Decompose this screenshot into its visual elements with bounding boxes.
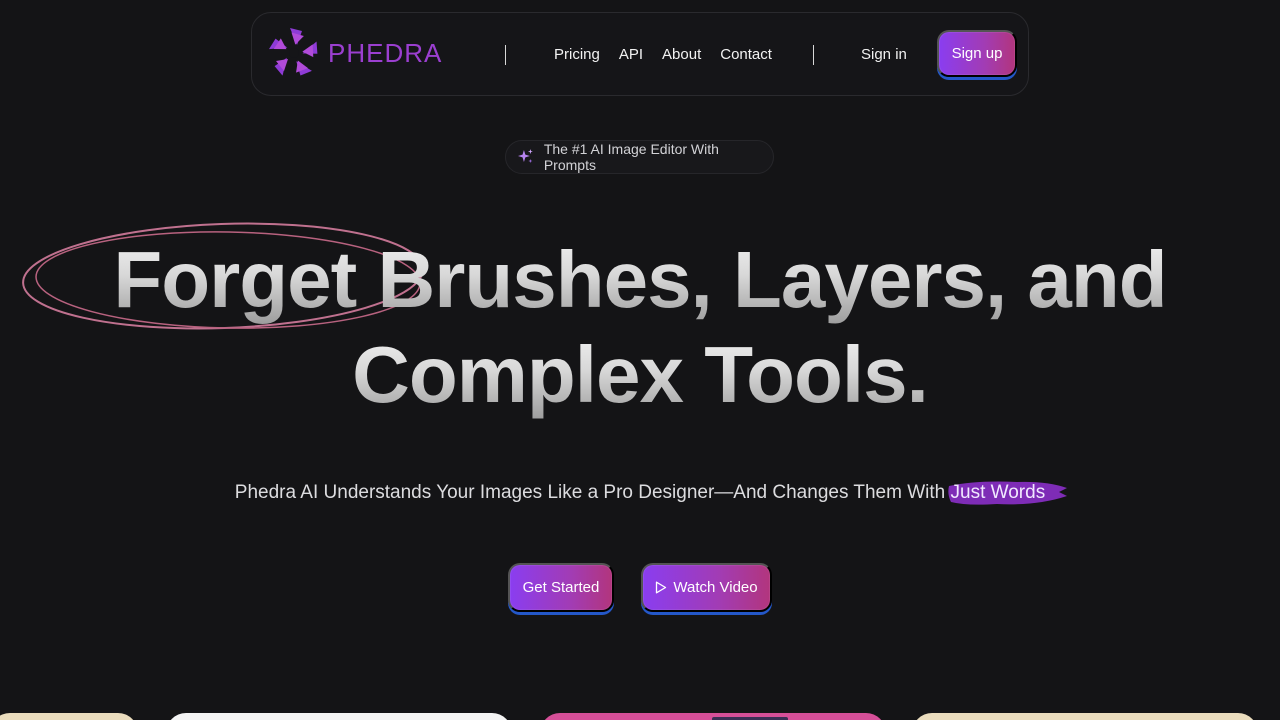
subtitle-text: Phedra AI Understands Your Images Like a… <box>234 482 946 503</box>
nav-divider <box>505 45 506 65</box>
navbar: PHEDRA Pricing API About Contact Sign in… <box>251 12 1029 96</box>
watch-video-label: Watch Video <box>673 579 758 596</box>
sparkles-icon <box>517 149 533 163</box>
nav-link-about[interactable]: About <box>662 46 701 63</box>
preview-card[interactable] <box>0 713 138 720</box>
brand-name: PHEDRA <box>328 37 443 68</box>
signin-link[interactable]: Sign in <box>861 46 907 63</box>
preview-card[interactable] <box>166 713 512 720</box>
nav-links: Pricing API About Contact <box>554 46 772 63</box>
headline-line-2: Complex Tools. <box>0 327 1280 422</box>
nav-link-pricing[interactable]: Pricing <box>554 46 600 63</box>
subtitle-highlight: Just Words <box>947 481 1067 505</box>
headline-line-1: Forget Brushes, Layers, and <box>0 232 1280 327</box>
logo[interactable]: PHEDRA <box>266 25 442 81</box>
play-icon <box>656 581 667 594</box>
nav-link-contact[interactable]: Contact <box>720 46 772 63</box>
preview-card[interactable] <box>912 713 1258 720</box>
highlight-text: Just Words <box>950 482 1046 503</box>
hero-badge: The #1 AI Image Editor With Prompts <box>505 140 774 174</box>
get-started-button[interactable]: Get Started <box>508 563 614 612</box>
hero-headline: Forget Brushes, Layers, and Complex Tool… <box>0 232 1280 422</box>
hero-subtitle: Phedra AI Understands Your Images Like a… <box>0 481 1280 505</box>
phedra-logo-icon <box>268 28 318 76</box>
preview-card[interactable] <box>540 713 886 720</box>
nav-divider <box>813 45 814 65</box>
badge-text: The #1 AI Image Editor With Prompts <box>543 141 719 173</box>
watch-video-button[interactable]: Watch Video <box>641 563 772 612</box>
nav-link-api[interactable]: API <box>619 46 643 63</box>
signup-button[interactable]: Sign up <box>937 30 1017 77</box>
landing-page: PHEDRA Pricing API About Contact Sign in… <box>0 0 1280 720</box>
